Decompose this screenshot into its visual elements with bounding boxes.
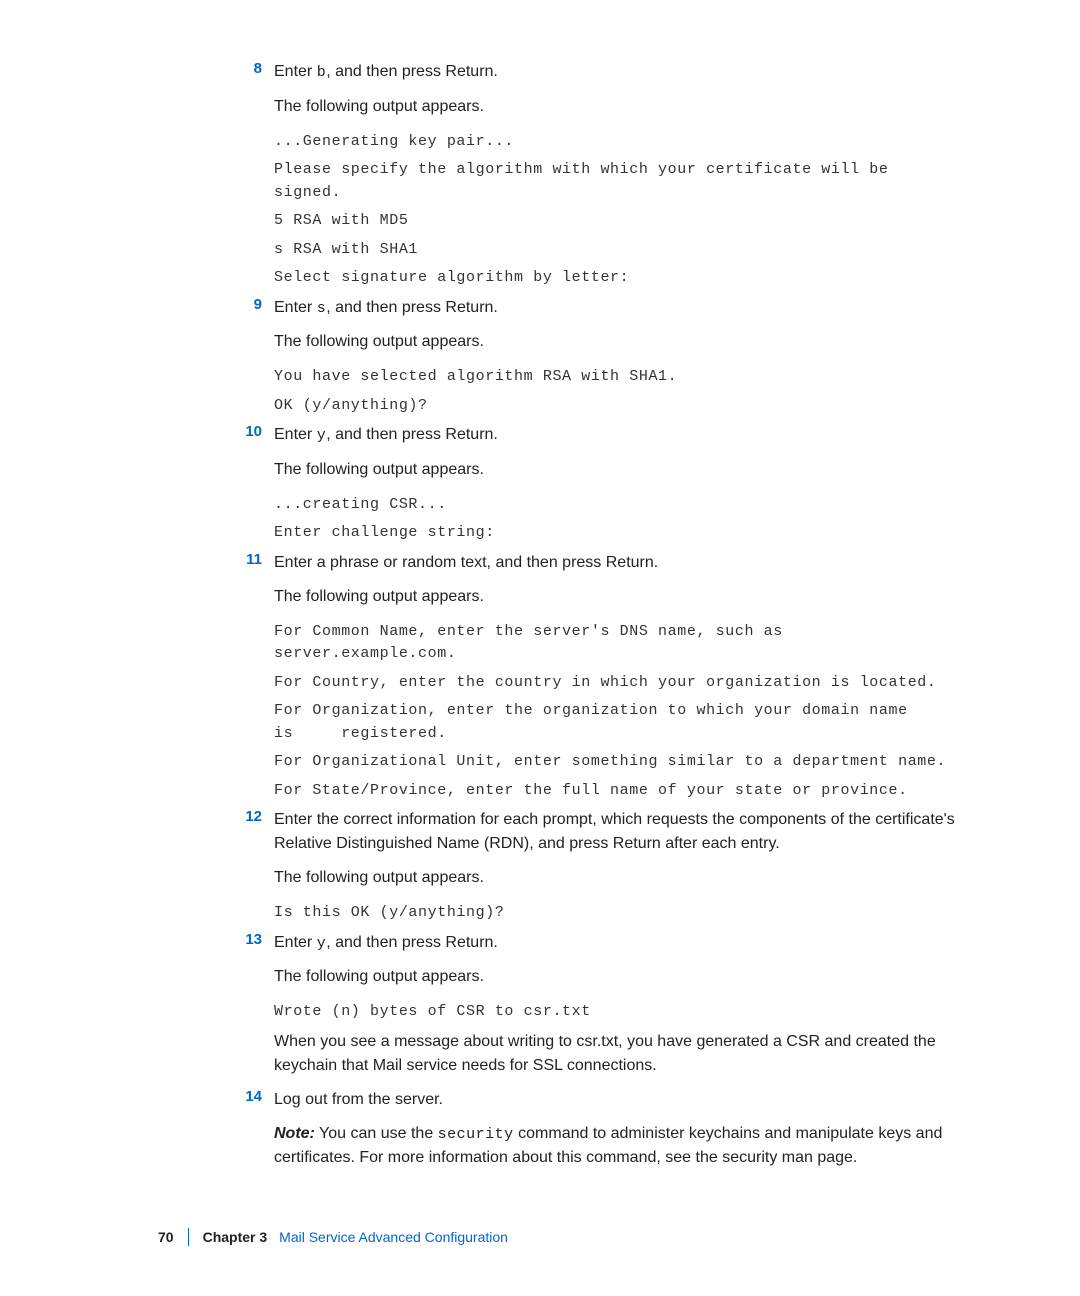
instruction-text: Enter a phrase or random text, and then … xyxy=(274,551,960,575)
following-text: The following output appears. xyxy=(274,95,960,119)
step-number: 10 xyxy=(158,423,274,492)
step-number: 12 xyxy=(158,808,274,900)
step-body: Enter a phrase or random text, and then … xyxy=(274,551,960,619)
step-number: 14 xyxy=(158,1088,274,1181)
code-inline: security xyxy=(438,1126,514,1143)
following-text: The following output appears. xyxy=(274,585,960,609)
following-text: The following output appears. xyxy=(274,330,960,354)
following-text: The following output appears. xyxy=(274,458,960,482)
instruction-text: Enter s, and then press Return. xyxy=(274,296,960,321)
step-body: Log out from the server. Note: You can u… xyxy=(274,1088,960,1181)
step-number: 13 xyxy=(158,931,274,1000)
code-output: Wrote (n) bytes of CSR to csr.txt xyxy=(274,1001,960,1024)
step-14: 14 Log out from the server. Note: You ca… xyxy=(158,1088,960,1181)
step-12: 12 Enter the correct information for eac… xyxy=(158,808,960,900)
instruction-text: Enter y, and then press Return. xyxy=(274,931,960,956)
code-output: ...creating CSR... Enter challenge strin… xyxy=(274,494,960,545)
step-number: 11 xyxy=(158,551,274,619)
code-output: For Common Name, enter the server's DNS … xyxy=(274,621,960,803)
step-9: 9 Enter s, and then press Return. The fo… xyxy=(158,296,960,365)
step-body: Enter y, and then press Return. The foll… xyxy=(274,931,960,1000)
page-content: 8 Enter b, and then press Return. The fo… xyxy=(0,0,1080,1180)
code-inline: b xyxy=(317,64,327,81)
step-body: Enter b, and then press Return. The foll… xyxy=(274,60,960,129)
note-label: Note: xyxy=(274,1125,315,1142)
step-11: 11 Enter a phrase or random text, and th… xyxy=(158,551,960,619)
note-text: Note: You can use the security command t… xyxy=(274,1122,960,1171)
step-13: 13 Enter y, and then press Return. The f… xyxy=(158,931,960,1000)
code-inline: s xyxy=(317,300,327,317)
step-body: Enter s, and then press Return. The foll… xyxy=(274,296,960,365)
instruction-text: Enter y, and then press Return. xyxy=(274,423,960,448)
code-inline: y xyxy=(317,427,327,444)
step-number: 9 xyxy=(158,296,274,365)
chapter-label: Chapter 3 xyxy=(203,1229,268,1245)
step-8: 8 Enter b, and then press Return. The fo… xyxy=(158,60,960,129)
following-text: The following output appears. xyxy=(274,965,960,989)
instruction-text: Log out from the server. xyxy=(274,1088,960,1112)
page-number: 70 xyxy=(158,1229,174,1245)
chapter-title: Mail Service Advanced Configuration xyxy=(279,1229,508,1245)
instruction-text: Enter b, and then press Return. xyxy=(274,60,960,85)
code-output: ...Generating key pair... Please specify… xyxy=(274,131,960,290)
footer-divider xyxy=(188,1228,189,1246)
after-text: When you see a message about writing to … xyxy=(274,1030,960,1078)
code-output: Is this OK (y/anything)? xyxy=(274,902,960,925)
step-body: Enter y, and then press Return. The foll… xyxy=(274,423,960,492)
following-text: The following output appears. xyxy=(274,866,960,890)
code-output: You have selected algorithm RSA with SHA… xyxy=(274,366,960,417)
step-number: 8 xyxy=(158,60,274,129)
instruction-text: Enter the correct information for each p… xyxy=(274,808,960,856)
page-footer: 70 Chapter 3 Mail Service Advanced Confi… xyxy=(158,1228,508,1246)
step-body: Enter the correct information for each p… xyxy=(274,808,960,900)
step-10: 10 Enter y, and then press Return. The f… xyxy=(158,423,960,492)
code-inline: y xyxy=(317,935,327,952)
